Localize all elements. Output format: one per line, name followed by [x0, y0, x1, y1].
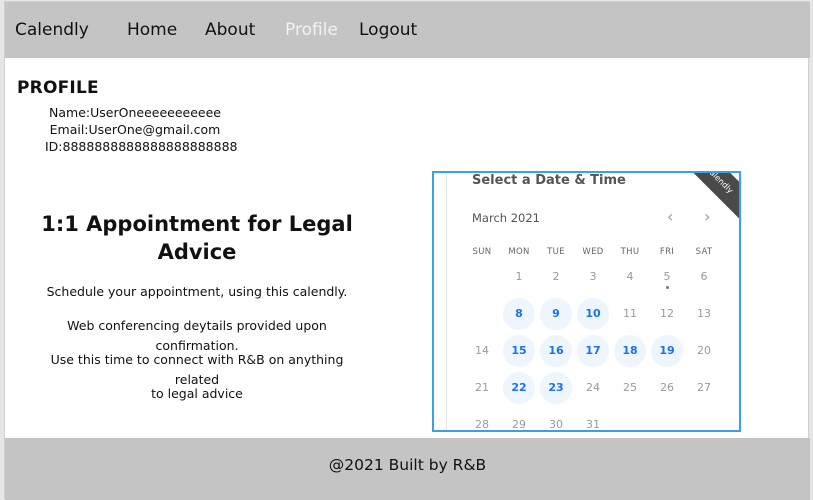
calendar-day: 13 — [697, 307, 711, 320]
calendar-day: 28 — [475, 418, 489, 431]
footer: @2021 Built by R&B — [5, 438, 810, 500]
appointment-line: Web conferencing deytails provided upon … — [67, 318, 327, 353]
calendar-day: 11 — [623, 307, 637, 320]
appointment-title-line1: 1:1 Appointment for Legal — [41, 212, 353, 236]
appointment-title-line2: Advice — [157, 240, 237, 264]
appointment-line: Schedule your appointment, using this ca… — [46, 284, 348, 299]
calendar-day-available[interactable]: 10 — [577, 298, 609, 330]
weekday-label: FRI — [659, 247, 675, 257]
weekday-label: SUN — [472, 247, 492, 257]
footer-text: @2021 Built by R&B — [328, 456, 487, 474]
calendar-day: 24 — [586, 381, 600, 394]
calendar-day-available[interactable]: 19 — [651, 335, 683, 367]
profile-email: Email:UserOne@gmail.com — [49, 122, 221, 137]
weekday-label: SAT — [695, 247, 713, 257]
calendar-day: 27 — [697, 381, 711, 394]
nav-about[interactable]: About — [205, 20, 255, 40]
navbar: Calendly Home About Profile Logout — [5, 2, 810, 58]
appointment-description: Schedule your appointment, using this ca… — [27, 282, 367, 418]
calendar-day: 2 — [552, 270, 560, 283]
calendar-day: 30 — [549, 418, 563, 431]
nav-profile[interactable]: Profile — [285, 20, 338, 40]
calendar-day: 31 — [586, 418, 600, 431]
weekday-label: THU — [620, 247, 640, 257]
today-dot-icon — [665, 286, 669, 289]
weekday-label: MON — [508, 247, 530, 257]
calendar-day: 21 — [475, 381, 489, 394]
calendar-day: 29 — [512, 418, 526, 431]
profile-name: Name:UserOneeeeeeeeeee — [49, 105, 221, 120]
chevron-left-icon[interactable]: ‹ — [667, 207, 673, 226]
calendar-day-available[interactable]: 18 — [614, 335, 646, 367]
calendar-day: 25 — [623, 381, 637, 394]
calendar-day: 6 — [700, 270, 708, 283]
appointment-line: to legal advice — [151, 386, 243, 401]
calendar-header: Select a Date & Time — [472, 173, 626, 188]
appointment-line: Use this time to connect with R&B on any… — [50, 352, 344, 387]
calendar-day: 26 — [660, 381, 674, 394]
chevron-right-icon[interactable]: › — [704, 207, 710, 226]
calendar-day: 3 — [589, 270, 597, 283]
nav-home[interactable]: Home — [127, 20, 177, 40]
calendar-day-available[interactable]: 17 — [577, 335, 609, 367]
appointment-title: 1:1 Appointment for Legal Advice — [37, 210, 357, 266]
calendar-day-available[interactable]: 23 — [540, 372, 572, 404]
calendar-day: 4 — [626, 270, 634, 283]
calendar-month: March 2021 — [472, 211, 540, 225]
calendar-day-available[interactable]: 8 — [503, 298, 535, 330]
calendar-day: 14 — [475, 344, 489, 357]
calendar-day-available[interactable]: 16 — [540, 335, 572, 367]
calendly-widget[interactable]: Select a Date & Time Calendly March 2021… — [432, 171, 741, 432]
profile-info: Name:UserOneeeeeeeeeee Email:UserOne@gma… — [45, 104, 238, 155]
profile-id: ID:8888888888888888888888 — [45, 139, 238, 154]
weekday-label: TUE — [547, 247, 565, 257]
page-frame: Calendly Home About Profile Logout PROFI… — [4, 1, 810, 500]
brand-link[interactable]: Calendly — [15, 20, 89, 40]
widget-divider — [446, 173, 447, 430]
calendar-day: 1 — [515, 270, 523, 283]
calendar-day-available[interactable]: 9 — [540, 298, 572, 330]
weekday-label: WED — [582, 247, 604, 257]
calendar-day-available[interactable]: 15 — [503, 335, 535, 367]
calendar-day-available[interactable]: 22 — [503, 372, 535, 404]
nav-logout[interactable]: Logout — [359, 20, 417, 40]
profile-title: PROFILE — [17, 78, 99, 98]
calendar-day: 12 — [660, 307, 674, 320]
calendar-day: 20 — [697, 344, 711, 357]
